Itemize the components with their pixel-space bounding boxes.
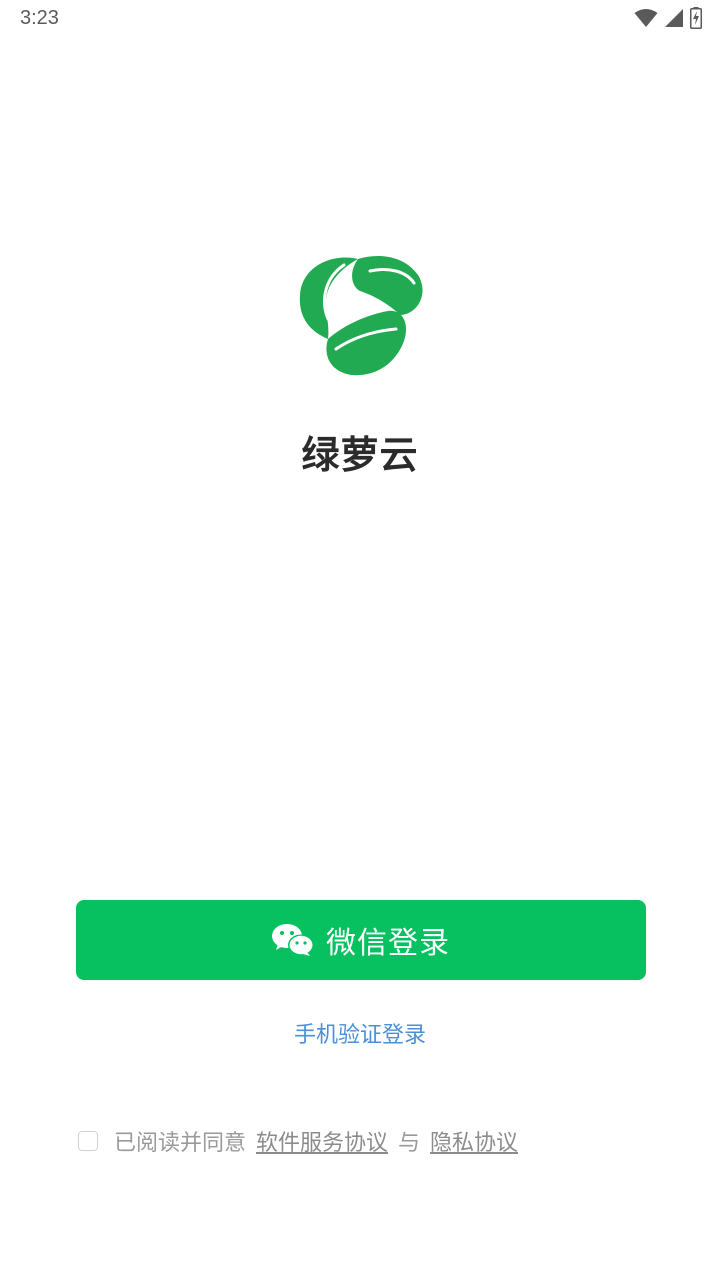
privacy-policy-link[interactable]: 隐私协议 — [430, 1125, 518, 1157]
status-icons — [634, 6, 702, 30]
agreement-prefix: 已阅读并同意 — [114, 1131, 247, 1156]
app-name: 绿萝云 — [301, 433, 419, 477]
cellular-signal-icon — [665, 9, 683, 27]
status-bar: 3:23 — [0, 0, 720, 38]
agreement-checkbox[interactable] — [78, 1131, 98, 1151]
wechat-login-button[interactable]: 微信登录 — [76, 900, 646, 980]
phone-login-link[interactable]: 手机验证登录 — [0, 1017, 720, 1049]
wifi-icon — [634, 9, 658, 27]
service-terms-link[interactable]: 软件服务协议 — [256, 1125, 388, 1157]
agreement-conjunction: 与 — [398, 1131, 421, 1156]
login-screen: 3:23 绿萝云 微信登录 手机验证登录 已阅读并同意 软件服务协议 与 隐私协… — [0, 0, 720, 1280]
agreement-row: 已阅读并同意 软件服务协议 与 隐私协议 — [78, 1125, 518, 1157]
green-leaf-logo-icon — [299, 256, 423, 376]
wechat-login-label: 微信登录 — [326, 926, 450, 961]
battery-charging-icon — [690, 7, 702, 29]
status-time: 3:23 — [20, 7, 59, 29]
wechat-icon — [272, 924, 314, 956]
